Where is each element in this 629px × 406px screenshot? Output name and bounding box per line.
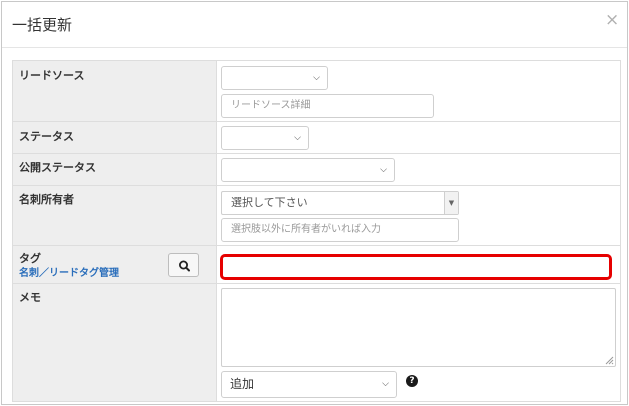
lead-source-select[interactable]: ⌵ bbox=[221, 66, 328, 90]
chevron-down-icon: ⌵ bbox=[380, 165, 387, 175]
lead-source-label-cell: リードソース bbox=[13, 61, 217, 121]
tag-row: タグ 名刺／リードタグ管理 bbox=[13, 246, 620, 284]
help-icon[interactable]: ? bbox=[406, 375, 418, 387]
card-owner-row: 名刺所有者 選択して下さい ▼ 選択肢以外に所有者がいれば入力 bbox=[13, 186, 620, 246]
resize-handle-icon[interactable] bbox=[605, 356, 614, 365]
bulk-update-form: リードソース ⌵ リードソース詳細 ステータス ⌵ 公開ステータス ⌵ 名刺所有… bbox=[12, 60, 621, 402]
chevron-down-icon[interactable]: ▼ bbox=[444, 192, 458, 214]
card-owner-combobox[interactable]: 選択して下さい ▼ bbox=[221, 191, 459, 215]
tag-label-cell: タグ 名刺／リードタグ管理 bbox=[13, 246, 217, 283]
public-status-label-cell: 公開ステータス bbox=[13, 154, 217, 185]
search-icon bbox=[178, 260, 190, 272]
card-owner-other-input[interactable]: 選択肢以外に所有者がいれば入力 bbox=[221, 218, 459, 242]
tag-search-button[interactable] bbox=[168, 253, 199, 277]
memo-textarea[interactable] bbox=[221, 288, 616, 367]
lead-source-row: リードソース ⌵ リードソース詳細 bbox=[13, 61, 620, 122]
chevron-down-icon: ⌵ bbox=[382, 379, 389, 389]
memo-row: メモ 追加 ⌵ ? bbox=[13, 284, 620, 401]
dialog-title: 一括更新 bbox=[12, 16, 73, 34]
memo-mode-select[interactable]: 追加 ⌵ bbox=[221, 371, 397, 398]
lead-source-label: リードソース bbox=[19, 69, 85, 82]
card-owner-label-cell: 名刺所有者 bbox=[13, 186, 217, 245]
status-select[interactable]: ⌵ bbox=[221, 126, 309, 150]
tag-input[interactable] bbox=[220, 254, 612, 280]
close-icon[interactable]: × bbox=[605, 12, 619, 29]
status-label: ステータス bbox=[19, 130, 74, 143]
tag-manage-link[interactable]: 名刺／リードタグ管理 bbox=[19, 264, 119, 279]
memo-label-cell: メモ bbox=[13, 284, 217, 401]
status-label-cell: ステータス bbox=[13, 122, 217, 153]
bulk-update-dialog: 一括更新 × リードソース ⌵ リードソース詳細 ステータス ⌵ 公開ステータス… bbox=[1, 1, 628, 405]
card-owner-combo-value: 選択して下さい bbox=[231, 196, 308, 209]
lead-source-detail-input[interactable]: リードソース詳細 bbox=[221, 94, 434, 118]
public-status-row: 公開ステータス ⌵ bbox=[13, 154, 620, 186]
public-status-select[interactable]: ⌵ bbox=[221, 158, 395, 182]
dialog-header: 一括更新 × bbox=[2, 2, 627, 48]
memo-mode-selected-value: 追加 bbox=[230, 377, 255, 391]
memo-label: メモ bbox=[19, 291, 41, 304]
status-row: ステータス ⌵ bbox=[13, 122, 620, 154]
chevron-down-icon: ⌵ bbox=[313, 73, 320, 83]
chevron-down-icon: ⌵ bbox=[294, 133, 301, 143]
card-owner-label: 名刺所有者 bbox=[19, 193, 74, 206]
public-status-label: 公開ステータス bbox=[19, 161, 96, 174]
